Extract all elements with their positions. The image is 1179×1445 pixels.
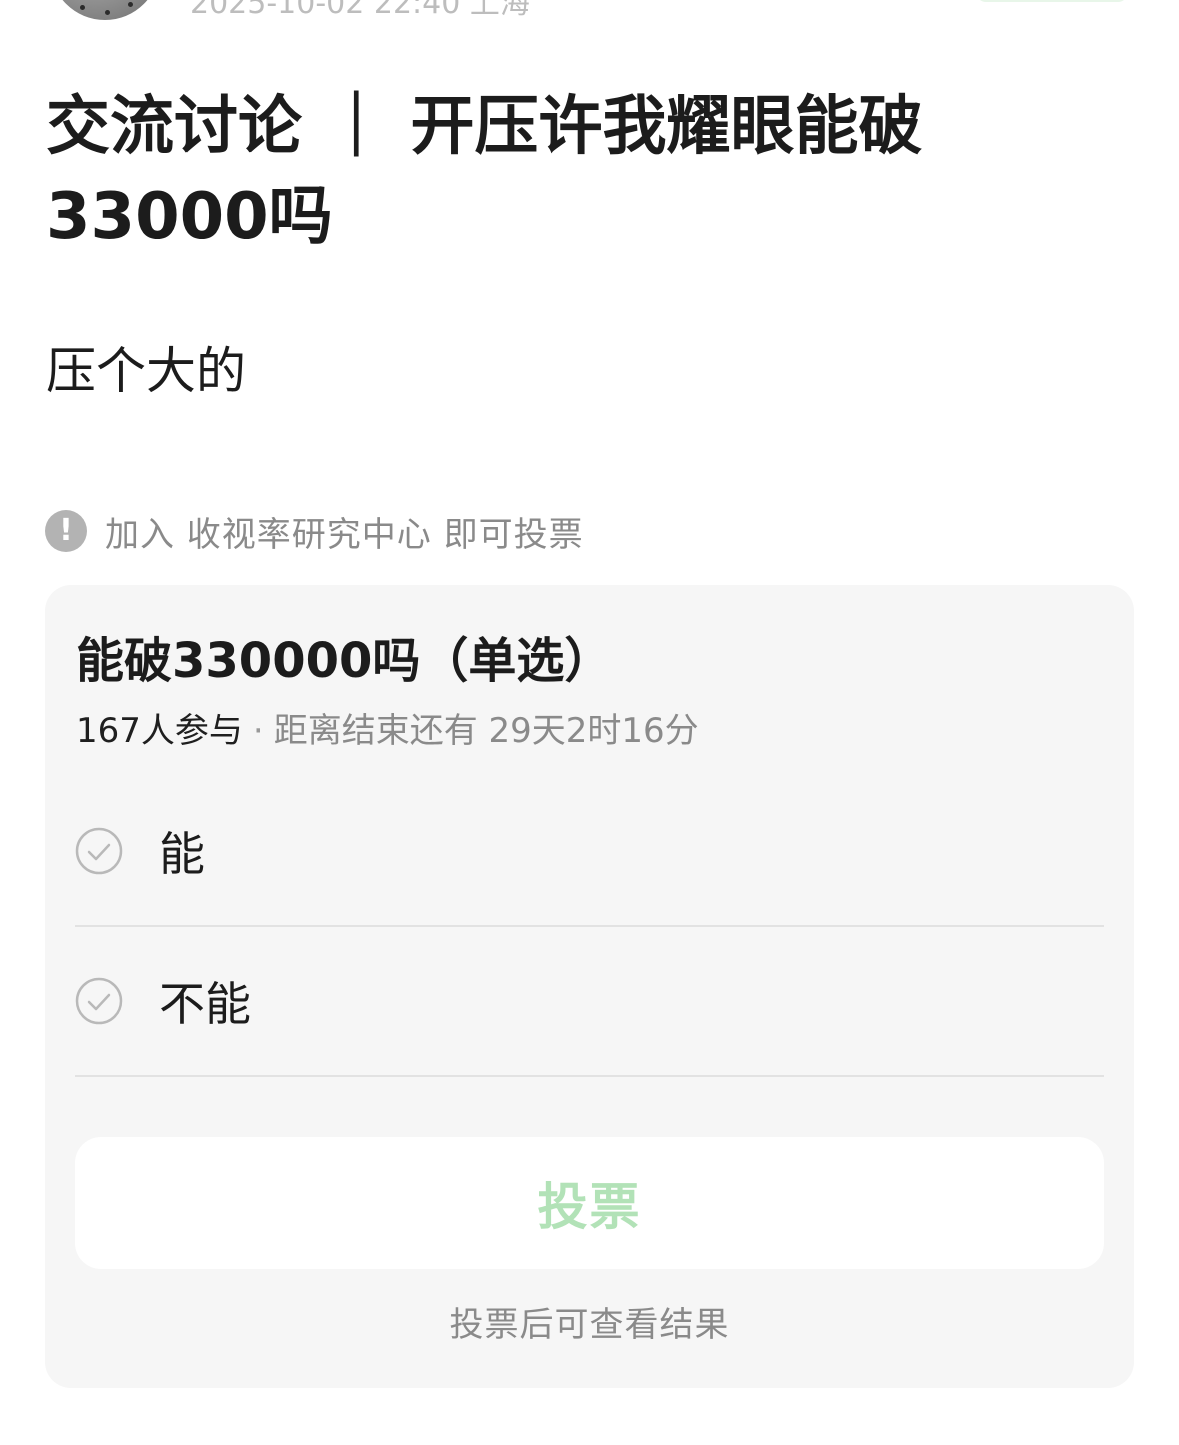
- join-notice: ! 加入 收视率研究中心 即可投票: [45, 507, 584, 556]
- post-meta: 2025-10-02 22:40 上海: [190, 0, 530, 21]
- avatar-texture: [80, 5, 85, 10]
- poll-title: 能破330000吗（单选）: [76, 633, 613, 689]
- check-circle-icon: [75, 977, 123, 1025]
- follow-tag[interactable]: [976, 0, 1128, 2]
- post-title: 交流讨论 ｜ 开压许我耀眼能破33000吗: [46, 90, 923, 254]
- poll-option-yes[interactable]: 能: [75, 777, 1104, 927]
- poll-option-no[interactable]: 不能: [75, 927, 1104, 1077]
- check-circle-icon: [75, 827, 123, 875]
- join-notice-text[interactable]: 加入 收视率研究中心 即可投票: [105, 507, 584, 556]
- avatar-texture: [105, 10, 110, 15]
- post-body: 压个大的: [46, 342, 246, 400]
- poll-option-label: 不能: [159, 977, 251, 1031]
- meta-separator: ·: [252, 711, 264, 751]
- time-remaining: 距离结束还有 29天2时16分: [273, 711, 699, 751]
- poll-meta: 167人参与 · 距离结束还有 29天2时16分: [76, 703, 699, 752]
- result-hint: 投票后可查看结果: [449, 1305, 730, 1345]
- participant-count: 167人参与: [76, 711, 243, 751]
- exclamation-icon: !: [45, 510, 87, 552]
- poll-card: 能破330000吗（单选） 167人参与 · 距离结束还有 29天2时16分 能 不…: [45, 585, 1134, 1388]
- vote-button[interactable]: 投票: [75, 1137, 1104, 1269]
- poll-option-label: 能: [159, 827, 205, 881]
- avatar[interactable]: [50, 0, 160, 20]
- avatar-texture: [128, 2, 133, 7]
